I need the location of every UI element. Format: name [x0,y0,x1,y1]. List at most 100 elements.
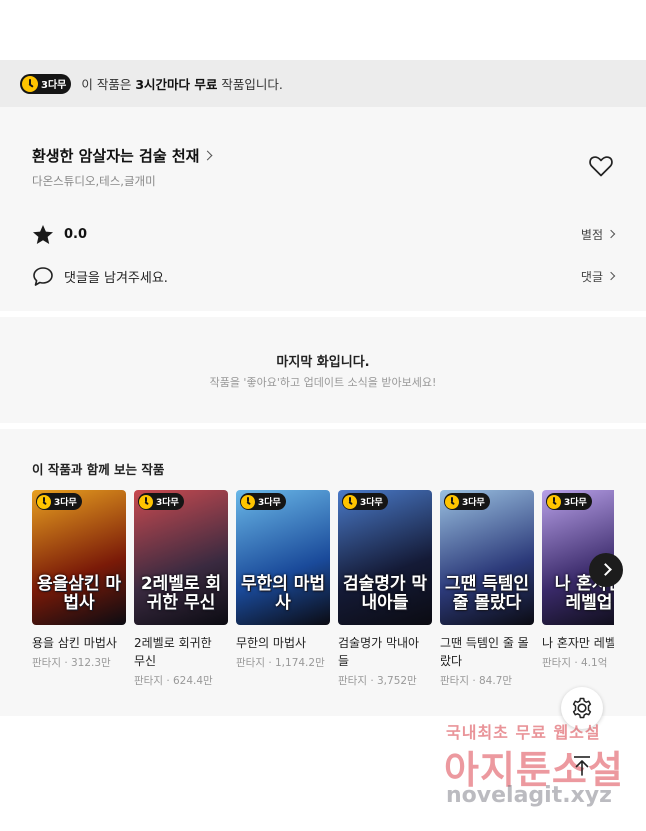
free-notice-bold: 3시간마다 무료 [135,77,218,92]
recommendation-views: 1,174.2만 [275,657,325,669]
recommendation-title: 용을 삼킨 마법사 [32,636,117,650]
recommendation-genre: 판타지 [134,675,163,687]
work-title: 환생한 암살자는 검술 천재 [32,147,200,165]
clock-icon [445,494,459,509]
free-badge: 3다무 [240,493,286,510]
heart-icon[interactable] [588,154,614,178]
recommendation-views: 4.1억 [581,657,608,669]
free-notice-text: 이 작품은 3시간마다 무료 작품입니다. [81,74,282,93]
cover-title-art: 무한의 마법사 [240,574,326,613]
recommendation-meta: 판타지 · 3,752만 [338,673,432,688]
recommendation-genre: 판타지 [542,657,571,669]
free-notice-suffix: 작품입니다. [217,77,283,92]
clock-icon [139,494,153,509]
cover-title-art: 2레벨로 회귀한 무신 [140,574,222,613]
free-badge: 3다무 [342,493,388,510]
carousel-next-button[interactable] [589,553,623,587]
recommendation-title: 검술명가 막내아들 [338,636,420,668]
clock-icon [37,494,51,509]
recommendation-meta: 판타지 · 1,174.2만 [236,655,330,670]
last-episode-subtitle: 작품을 '좋아요'하고 업데이트 소식을 받아보세요! [209,376,437,389]
recommendation-card[interactable]: 3다무 그땐 득템인 줄 몰랐다 그땐 득템인 줄 몰랐다 판타지 · 84.7만 [440,490,534,688]
star-icon [33,224,53,244]
recommendation-card[interactable]: 3다무 무한의 마법사 무한의 마법사 판타지 · 1,174.2만 [236,490,330,670]
work-authors: 다온스튜디오,테스,글개미 [32,174,156,188]
recommendation-title: 2레벨로 회귀한 무신 [134,636,212,668]
recommendations-title: 이 작품과 함께 보는 작품 [32,462,165,477]
watermark-line3: novelagit.xyz [446,783,612,808]
recommendation-title: 그땐 득템인 줄 몰랐다 [440,636,529,668]
recommendations-carousel: 3다무용을삼킨 마법사용을 삼킨 마법사판타지 · 312.3만 3다무 2레벨로… [32,490,614,700]
speech-bubble-icon [33,266,53,286]
recommendation-views: 312.3만 [71,657,111,669]
recommendation-views: 624.4만 [173,675,213,687]
free-badge: 3다무 [20,73,72,94]
recommendation-genre: 판타지 [338,675,367,687]
recommendation-card[interactable]: 3다무 검술명가 막내아들 검술명가 막내아들 판타지 · 3,752만 [338,490,432,688]
free-badge-label: 3다무 [54,498,77,508]
free-notice-bar: 3다무 이 작품은 3시간마다 무료 작품입니다. [0,60,646,107]
meta-separator: · [570,657,581,669]
comment-link-label: 댓글 [580,269,603,284]
cover-title-art: 용을삼킨 마법사 [36,574,122,613]
recommendation-cover: 3다무 2레벨로 회귀한 무신 [134,490,228,625]
free-badge-label: 3다무 [258,498,281,508]
clock-icon [343,494,357,509]
meta-separator: · [162,675,173,687]
last-episode-title: 마지막 화입니다. [276,355,370,370]
free-badge-label: 3다무 [462,498,485,508]
recommendation-title: 나 혼자만 레벨업 [542,636,614,650]
recommendation-meta: 판타지 · 624.4만 [134,673,228,688]
clock-icon [241,494,255,509]
clock-icon [22,75,38,92]
free-badge: 3다무 [444,493,490,510]
cover-title-art: 검술명가 막내아들 [342,574,428,613]
arrow-up-icon [574,756,590,776]
recommendation-title: 무한의 마법사 [236,636,307,650]
chevron-right-icon [606,271,616,281]
chevron-right-icon [606,229,616,239]
clock-icon [547,494,561,509]
recommendation-genre: 판타지 [440,675,469,687]
meta-separator: · [366,675,377,687]
chevron-right-icon [203,150,213,161]
watermark: 국내최초 무료 웹소설 아지툰소설 novelagit.xyz [440,715,640,825]
recommendation-cover: 3다무검술명가 막내아들 [338,490,432,625]
free-badge-label: 3다무 [41,80,67,91]
cover-title-art: 그땐 득템인 줄 몰랐다 [444,574,530,613]
free-badge-label: 3다무 [156,498,179,508]
recommendation-cover: 3다무용을삼킨 마법사 [32,490,126,625]
free-badge: 3다무 [546,493,592,510]
meta-separator: · [264,657,275,669]
work-title-link[interactable]: 환생한 암살자는 검술 천재 [32,145,213,166]
rating-link-label: 별점 [580,227,603,242]
recommendation-meta: 판타지 · 312.3만 [32,655,126,670]
comment-prompt: 댓글을 남겨주세요. [64,270,168,286]
free-badge: 3다무 [138,493,184,510]
free-badge-label: 3다무 [360,498,383,508]
recommendation-cover: 3다무그땐 득템인 줄 몰랐다 [440,490,534,625]
free-notice-prefix: 이 작품은 [81,77,136,92]
chevron-right-icon [599,563,612,576]
recommendation-card[interactable]: 3다무용을삼킨 마법사용을 삼킨 마법사판타지 · 312.3만 [32,490,126,670]
recommendation-card[interactable]: 3다무 2레벨로 회귀한 무신 2레벨로 회귀한 무신판타지 · 624.4만 [134,490,228,688]
recommendation-genre: 판타지 [236,657,265,669]
meta-separator: · [60,657,71,669]
meta-separator: · [468,675,479,687]
work-info-section: 환생한 암살자는 검술 천재 다온스튜디오,테스,글개미 0.0 별점 댓글을 … [0,107,646,311]
recommendation-views: 84.7만 [479,675,513,687]
free-badge: 3다무 [36,493,82,510]
recommendation-meta: 판타지 · 4.1억 [542,655,614,670]
rating-row: 0.0 별점 [32,222,616,246]
top-blank-area [0,0,646,60]
free-badge-label: 3다무 [564,498,587,508]
recommendation-genre: 판타지 [32,657,61,669]
comment-link[interactable]: 댓글 [580,268,616,285]
scroll-top-button[interactable] [561,745,603,787]
recommendation-cover: 3다무무한의 마법사 [236,490,330,625]
recommendation-views: 3,752만 [377,675,417,687]
recommendation-meta: 판타지 · 84.7만 [440,673,534,688]
rating-link[interactable]: 별점 [580,226,616,243]
last-episode-section: 마지막 화입니다. 작품을 '좋아요'하고 업데이트 소식을 받아보세요! [0,317,646,423]
comment-row[interactable]: 댓글을 남겨주세요. 댓글 [32,264,616,288]
